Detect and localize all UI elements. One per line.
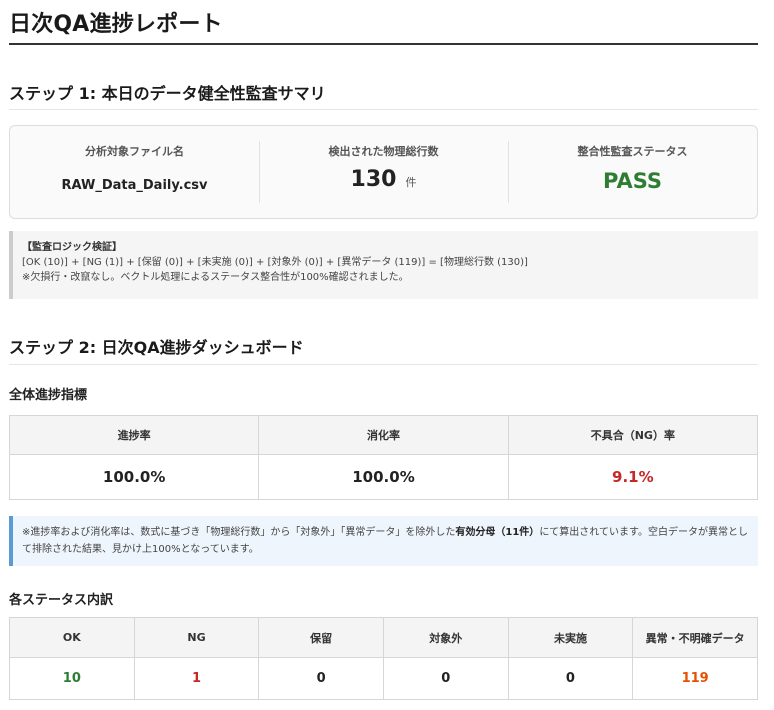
table-header-cell: NG [133,617,260,658]
table-header-cell: 対象外 [382,617,509,658]
table-row: 100.0% 100.0% 9.1% [8,454,759,500]
summary-file: 分析対象ファイル名 RAW_Data_Daily.csv [10,126,259,218]
table-row: 10 1 0 0 0 119 [9,657,758,700]
hold-count: 0 [258,657,384,700]
row-count-unit: 件 [405,176,417,189]
step1-divider [9,109,758,110]
table-header-row: 進捗率 消化率 不具合（NG）率 [8,415,759,455]
metrics-heading: 全体進捗指標 [9,388,88,403]
table-header-row: OK NG 保留 対象外 未実施 異常・不明確データ [9,617,758,658]
status-breakdown-table: OK NG 保留 対象外 未実施 異常・不明確データ 10 1 0 0 0 11… [9,617,758,700]
step2-divider [9,364,758,365]
consumption-rate-value: 100.0% [258,454,509,500]
calculation-note: ※進捗率および消化率は、数式に基づき「物理総行数」から「対象外」「異常データ」を… [9,516,758,566]
step2-heading: ステップ 2: 日次QA進捗ダッシュボード [9,338,304,357]
audit-logic-box: 【監査ロジック検証】 [OK (10)] + [NG (1)] + [保留 (0… [9,231,758,299]
not-run-count: 0 [507,657,634,700]
progress-rate-value: 100.0% [8,454,260,500]
status-label: 整合性監査ステータス [577,145,688,158]
table-header-cell: 進捗率 [8,415,260,455]
summary-status: 整合性監査ステータス PASS [508,126,757,218]
status-badge: PASS [602,169,663,193]
logic-note: ※欠損行・改竄なし。ベクトル処理によるステータス整合性が100%確認されました。 [22,272,409,283]
logic-formula: [OK (10)] + [NG (1)] + [保留 (0)] + [未実施 (… [22,257,528,268]
anomaly-count: 119 [632,657,758,700]
step1-heading: ステップ 1: 本日のデータ健全性監査サマリ [9,84,326,103]
table-header-cell: OK [9,617,135,658]
status-breakdown-heading: 各ステータス内訳 [9,593,114,608]
file-label: 分析対象ファイル名 [85,145,184,158]
ng-count: 1 [133,657,260,700]
summary-row-count: 検出された物理総行数 130 件 [259,126,508,218]
page-title: 日次QA進捗レポート [9,12,223,37]
row-count-value: 130 [350,167,397,192]
table-header-cell: 不具合（NG）率 [507,415,759,455]
note-text-bold: 有効分母（11件） [455,527,540,538]
audit-summary-card: 分析対象ファイル名 RAW_Data_Daily.csv 検出された物理総行数 … [9,125,758,219]
file-value: RAW_Data_Daily.csv [61,178,208,193]
row-count-label: 検出された物理総行数 [328,145,439,158]
table-header-cell: 保留 [258,617,384,658]
logic-title: 【監査ロジック検証】 [22,242,122,253]
note-text-before: ※進捗率および消化率は、数式に基づき「物理総行数」から「対象外」「異常データ」を… [22,527,456,538]
ng-rate-value: 9.1% [507,454,759,500]
calculation-note-text: ※進捗率および消化率は、数式に基づき「物理総行数」から「対象外」「異常データ」を… [22,524,748,558]
ok-count: 10 [9,657,135,700]
metrics-table: 進捗率 消化率 不具合（NG）率 100.0% 100.0% 9.1% [8,415,759,500]
table-header-cell: 未実施 [507,617,634,658]
table-header-cell: 消化率 [258,415,509,455]
row-count: 130 件 [351,167,417,192]
title-divider [9,43,758,45]
table-header-cell: 異常・不明確データ [632,617,758,658]
excluded-count: 0 [382,657,509,700]
